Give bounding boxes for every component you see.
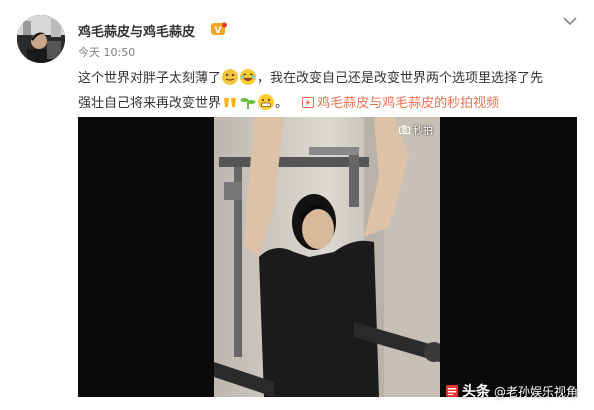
post-text-line2: 强壮自己将来再改变世界 bbox=[78, 96, 222, 111]
video-frame-image bbox=[214, 117, 440, 397]
laughing-emoji-icon bbox=[240, 69, 257, 85]
video-label-text: 秒拍 bbox=[413, 126, 433, 137]
doge-emoji-icon bbox=[222, 69, 239, 85]
video-frame[interactable]: 秒拍 bbox=[214, 117, 440, 397]
toutiao-icon bbox=[445, 385, 458, 397]
grin-emoji-icon bbox=[258, 94, 275, 110]
post-text-line2-end: 。 bbox=[275, 96, 289, 111]
svg-text:V: V bbox=[215, 26, 222, 36]
vip-badge-icon[interactable]: V bbox=[211, 22, 227, 36]
cheers-emoji-icon bbox=[224, 96, 237, 107]
author-name[interactable]: 鸡毛蒜皮与鸡毛蒜皮 bbox=[78, 21, 195, 40]
post-text: 这个世界对胖子太刻薄了 ，我在改变自己还是改变世界两个选项里选择了先 强壮自己将来… bbox=[78, 66, 583, 116]
video-link-label: 鸡毛蒜皮与鸡毛蒜皮的秒拍视频 bbox=[317, 96, 500, 111]
watermark-account: @老孙娱乐视角 bbox=[493, 384, 578, 399]
plant-emoji-icon bbox=[240, 98, 256, 109]
post-text-line1: 这个世界对胖子太刻薄了 bbox=[78, 71, 222, 86]
chevron-down-icon[interactable] bbox=[562, 14, 578, 28]
post-text-line1-b: ，我在改变自己还是改变世界两个选项里选择了先 bbox=[257, 71, 544, 86]
video-link-icon bbox=[302, 97, 315, 108]
video-player[interactable]: 秒拍 bbox=[78, 117, 577, 397]
video-source-label: 秒拍 bbox=[399, 122, 433, 137]
avatar[interactable] bbox=[17, 15, 65, 63]
watermark: 头条 @老孙娱乐视角 bbox=[445, 381, 578, 401]
video-link[interactable]: 鸡毛蒜皮与鸡毛蒜皮的秒拍视频 bbox=[302, 96, 499, 111]
post-timestamp[interactable]: 今天 10:50 bbox=[78, 44, 135, 60]
watermark-source: 头条 bbox=[461, 384, 490, 400]
camera-icon bbox=[399, 125, 410, 134]
